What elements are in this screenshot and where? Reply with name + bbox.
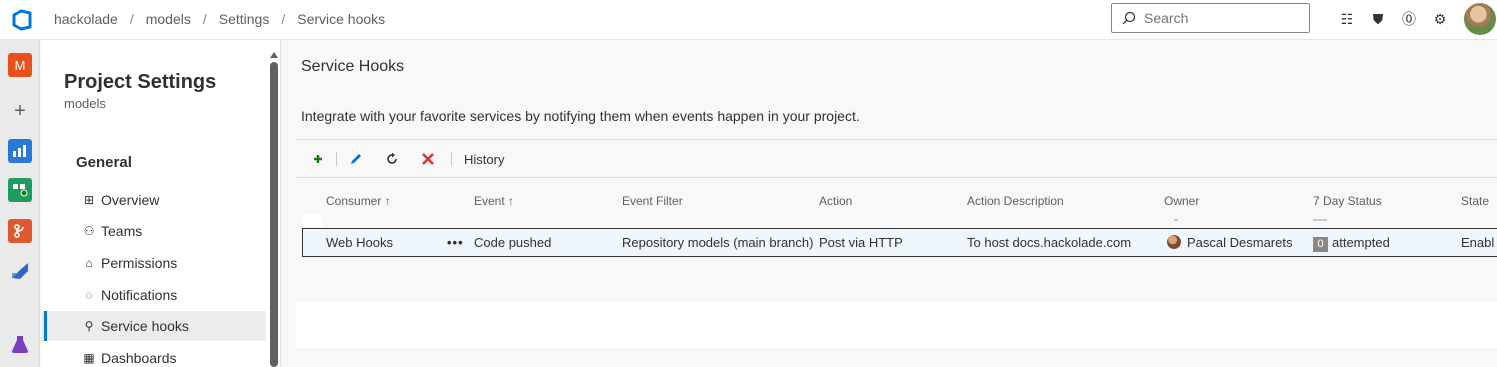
boards-icon[interactable] (8, 178, 32, 202)
scroll-up-arrow-icon[interactable] (270, 52, 278, 58)
left-rail: M + (0, 40, 40, 367)
status-count-badge: 0 (1313, 237, 1328, 252)
breadcrumb-project[interactable]: models (146, 11, 191, 27)
nav-item-overview[interactable]: ⊞ Overview (41, 185, 266, 215)
breadcrumb-separator: / (129, 11, 134, 27)
test-plans-icon[interactable] (8, 332, 32, 356)
scrollbar-thumb[interactable] (270, 62, 278, 367)
nav-item-label: Teams (101, 223, 143, 239)
plus-icon (314, 155, 322, 163)
settings-nav-panel: Project Settings models General ⊞ Overvi… (41, 40, 281, 367)
nav-item-teams[interactable]: ⚇ Teams (41, 216, 266, 246)
nav-item-label: Notifications (101, 287, 178, 303)
nav-item-label: Service hooks (101, 318, 189, 334)
column-filter-indicator (1313, 219, 1327, 221)
top-bar: hackolade / models / Settings / Service … (0, 0, 1497, 40)
dashboard-icon: ▦ (83, 351, 95, 365)
lock-icon: ⌂ (85, 256, 93, 270)
divider (296, 177, 1497, 178)
repos-icon[interactable] (8, 219, 32, 243)
plug-icon: ⚲ (84, 319, 94, 333)
cell-consumer: Web Hooks (326, 235, 393, 250)
cell-owner: Pascal Desmarets (1167, 235, 1292, 250)
search-icon (1122, 11, 1136, 25)
breadcrumb: hackolade / models / Settings / Service … (54, 11, 385, 27)
more-actions-icon[interactable]: ••• (447, 235, 464, 250)
azure-devops-logo-icon[interactable] (11, 9, 33, 31)
edit-button[interactable] (349, 149, 363, 169)
column-header-owner[interactable]: Owner (1164, 194, 1199, 208)
nav-item-notifications[interactable]: ◌ Notifications (41, 280, 266, 310)
nav-group-general[interactable]: General (76, 154, 132, 171)
history-button[interactable]: History (464, 149, 504, 169)
breadcrumb-separator: / (281, 11, 286, 27)
column-filter-indicator (1174, 219, 1178, 221)
pipelines-icon[interactable] (8, 259, 32, 283)
column-header-state[interactable]: State (1461, 194, 1489, 208)
nav-item-label: Dashboards (101, 350, 177, 366)
nav-scrollbar[interactable] (270, 52, 278, 367)
search-input[interactable] (1144, 10, 1294, 26)
toolbar-separator (336, 152, 337, 166)
cell-action: Post via HTTP (819, 235, 903, 250)
cell-7-day-status: 0 attempted (1313, 235, 1390, 252)
main-content: Service Hooks Integrate with your favori… (282, 40, 1497, 367)
nav-item-label: Overview (101, 192, 160, 208)
nav-item-label: Permissions (101, 255, 178, 271)
page-title: Service Hooks (301, 58, 405, 75)
nav-item-dashboards[interactable]: ▦ Dashboards (41, 343, 266, 367)
overview-grid-icon: ⊞ (83, 193, 95, 207)
project-avatar-icon[interactable]: M (8, 53, 32, 77)
column-header-7-day-status[interactable]: 7 Day Status (1313, 194, 1382, 208)
table-empty-area (296, 302, 1497, 348)
pencil-icon (351, 154, 361, 164)
column-header-consumer[interactable]: Consumer ↑ (326, 194, 391, 208)
task-list-icon[interactable]: ☷ (1334, 8, 1360, 30)
nav-item-service-hooks[interactable]: ⚲ Service hooks (41, 311, 266, 341)
owner-avatar (1167, 235, 1181, 249)
owner-name: Pascal Desmarets (1187, 235, 1293, 250)
breadcrumb-org[interactable]: hackolade (54, 11, 118, 27)
cell-event-filter: Repository models (main branch) (622, 235, 814, 250)
column-header-action[interactable]: Action (819, 194, 852, 208)
add-subscription-button[interactable] (312, 149, 324, 169)
cell-action-description: To host docs.hackolade.com (967, 235, 1132, 250)
nav-title: Project Settings (64, 71, 217, 93)
column-header-event-filter[interactable]: Event Filter (622, 194, 683, 208)
breadcrumb-current-page[interactable]: Service hooks (297, 11, 385, 27)
column-header-action-description[interactable]: Action Description (967, 194, 1064, 208)
shopping-bag-icon[interactable]: ⛊ (1365, 8, 1391, 30)
top-icons: ☷ ⛊ ⓪ ⚙ (1334, 8, 1458, 30)
toolbar-separator (451, 152, 452, 166)
delete-x-icon (422, 153, 434, 165)
breadcrumb-separator: / (202, 11, 207, 27)
teams-icon: ⚇ (83, 224, 95, 238)
divider (296, 139, 1497, 140)
plus-icon[interactable]: + (8, 99, 32, 123)
search-box[interactable] (1111, 3, 1310, 33)
nav-subtitle: models (64, 96, 106, 111)
row-gutter (302, 215, 322, 227)
toolbar: History (312, 149, 504, 169)
refresh-icon (387, 152, 397, 164)
notification-icon: ◌ (85, 288, 93, 302)
user-avatar[interactable] (1464, 3, 1496, 35)
breadcrumb-settings[interactable]: Settings (219, 11, 270, 27)
help-icon[interactable]: ⓪ (1396, 8, 1422, 30)
cell-event: Code pushed (474, 235, 552, 250)
page-description: Integrate with your favorite services by… (301, 108, 860, 124)
refresh-button[interactable] (385, 149, 399, 169)
status-text: attempted (1332, 235, 1390, 250)
cell-state: Enabl (1461, 235, 1495, 250)
nav-item-permissions[interactable]: ⌂ Permissions (41, 248, 266, 278)
column-header-event[interactable]: Event ↑ (474, 194, 514, 208)
user-settings-icon[interactable]: ⚙ (1427, 8, 1453, 30)
delete-button[interactable] (421, 149, 435, 169)
overview-icon[interactable] (8, 139, 32, 163)
